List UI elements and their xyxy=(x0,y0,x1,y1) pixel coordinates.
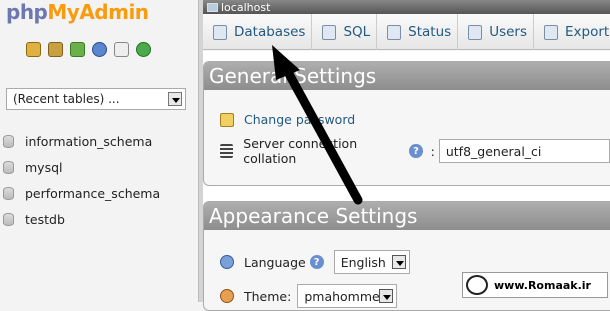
server-icon xyxy=(207,2,218,12)
recent-tables-value: (Recent tables) ... xyxy=(13,92,120,106)
nav-icon-bar xyxy=(26,42,151,58)
server-breadcrumb: localhost xyxy=(203,0,610,14)
database-icon xyxy=(3,134,14,148)
navigation-panel: phpMyAdmin (Recent tables) ... informati… xyxy=(0,0,198,302)
watermark-text: www.Romaak.ir xyxy=(494,278,591,292)
appearance-settings-title: Appearance Settings xyxy=(204,202,610,230)
chevron-down-icon[interactable] xyxy=(391,255,406,269)
logo-php: php xyxy=(6,0,48,24)
tab-databases[interactable]: Databases xyxy=(203,14,313,50)
collation-label: Server connection collation xyxy=(243,136,358,166)
language-label: Language xyxy=(244,254,306,270)
query-icon[interactable] xyxy=(70,42,85,57)
database-list: information_schema mysql performance_sch… xyxy=(3,128,160,232)
tab-export[interactable]: Export xyxy=(534,14,610,50)
colon: : xyxy=(430,143,435,159)
help-icon[interactable]: ? xyxy=(409,144,423,158)
language-icon xyxy=(220,255,234,269)
theme-icon xyxy=(220,289,234,303)
database-icon xyxy=(3,212,14,226)
chevron-down-icon[interactable] xyxy=(168,92,182,106)
database-icon xyxy=(3,160,14,174)
logo-myadmin: MyAdmin xyxy=(47,0,149,24)
general-settings-title: General Settings xyxy=(204,62,610,90)
watermark-logo-icon xyxy=(466,275,488,295)
help-icon[interactable]: ? xyxy=(309,255,324,269)
collation-row: Server connection collation ? : utf8_gen… xyxy=(220,136,610,166)
language-select[interactable]: English xyxy=(333,250,410,274)
database-item[interactable]: performance_schema xyxy=(3,180,160,206)
docs-icon[interactable] xyxy=(114,42,129,57)
collation-select[interactable]: utf8_general_ci xyxy=(438,139,610,163)
users-icon xyxy=(468,24,483,40)
language-row: Language ? English xyxy=(220,250,410,274)
server-label[interactable]: localhost xyxy=(221,1,270,14)
change-password-row: Change password xyxy=(220,112,355,127)
reload-icon[interactable] xyxy=(136,42,151,57)
general-settings-panel: General Settings Change password Server … xyxy=(203,61,610,186)
tab-users[interactable]: Users xyxy=(458,14,535,50)
database-item[interactable]: mysql xyxy=(3,154,160,180)
home-icon[interactable] xyxy=(26,42,41,57)
export-icon xyxy=(544,24,559,40)
database-icon xyxy=(3,186,14,200)
theme-select[interactable]: pmahomme xyxy=(297,284,398,308)
status-icon xyxy=(387,24,402,40)
tab-sql[interactable]: SQL xyxy=(312,14,378,50)
tab-status[interactable]: Status xyxy=(377,14,459,50)
key-icon xyxy=(220,112,234,127)
list-icon xyxy=(220,144,234,158)
main-content: General Settings Change password Server … xyxy=(203,51,610,311)
watermark: www.Romaak.ir xyxy=(462,272,608,298)
top-tab-bar: Databases SQL Status Users Export xyxy=(203,14,610,50)
chevron-down-icon[interactable] xyxy=(379,289,394,303)
database-item[interactable]: information_schema xyxy=(3,128,160,154)
exit-icon[interactable] xyxy=(48,42,63,57)
database-item[interactable]: testdb xyxy=(3,206,160,232)
help-icon[interactable] xyxy=(92,42,107,57)
theme-row: Theme: pmahomme xyxy=(220,284,398,308)
theme-label: Theme: xyxy=(244,288,292,304)
sql-icon xyxy=(322,24,337,40)
change-password-link[interactable]: Change password xyxy=(244,112,355,127)
phpmyadmin-logo[interactable]: phpMyAdmin xyxy=(6,0,149,30)
database-icon xyxy=(213,24,227,40)
recent-tables-select[interactable]: (Recent tables) ... xyxy=(6,88,186,110)
